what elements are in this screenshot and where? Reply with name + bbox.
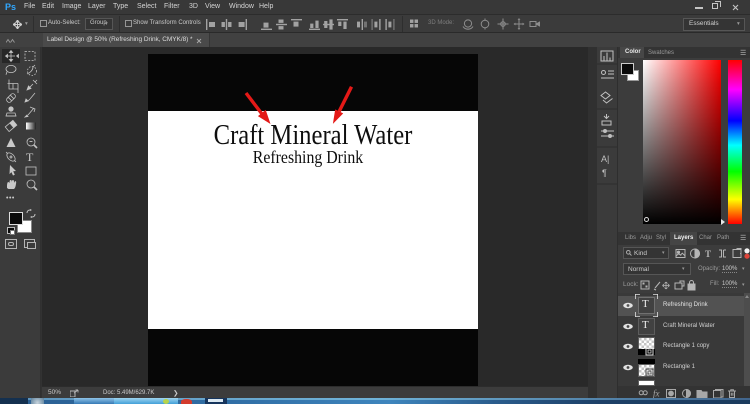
svg-text:T: T [705, 249, 711, 259]
svg-text:T: T [26, 150, 34, 164]
svg-text:fx: fx [653, 389, 660, 399]
svg-text:¶: ¶ [602, 168, 607, 178]
svg-text:A|: A| [601, 154, 609, 164]
